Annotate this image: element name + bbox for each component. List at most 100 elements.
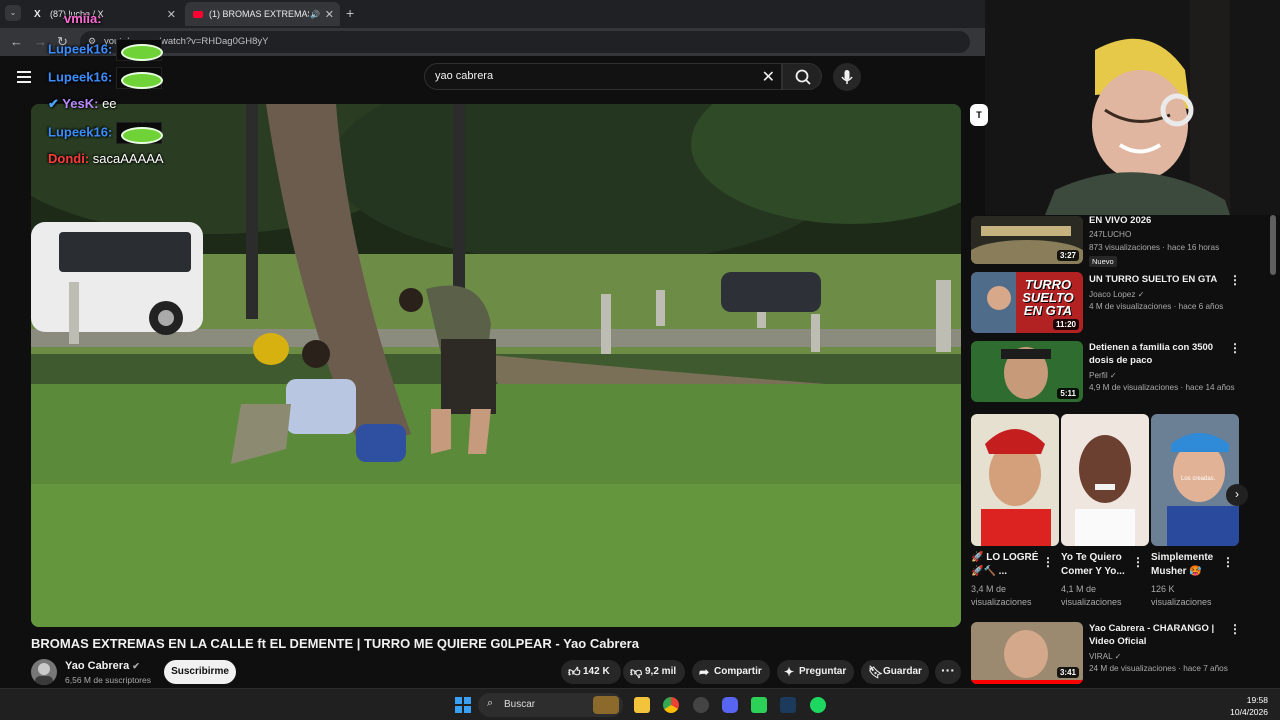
search-icon: ⌕ [487,697,494,709]
video-duration: 3:41 [1056,667,1079,678]
close-tab-icon[interactable]: ✕ [167,8,176,21]
audio-icon[interactable]: 🔊 [310,10,320,19]
steam-icon[interactable] [780,697,796,713]
video-channel[interactable]: 247LUCHO [1089,230,1131,239]
short-title[interactable]: Yo Te Quiero Comer Y Yo... [1061,551,1141,579]
chat-text: ee [102,96,117,111]
clear-search-icon[interactable]: ✕ [762,67,775,87]
short-thumbnail[interactable]: Los creadas. [1151,414,1239,546]
omnibox[interactable]: ⚙ youtube.com/watch?v=RHDag0GH8yY [80,31,970,53]
chat-emote [115,122,163,144]
file-explorer-icon[interactable] [634,697,650,713]
chat-message: Lupeek16: [48,39,163,61]
short-thumbnail[interactable] [971,414,1059,546]
channel-avatar[interactable] [31,659,57,685]
webcam-overlay [985,0,1280,215]
chat-message: Dondi: sacaAAAAA [48,151,164,166]
video-channel[interactable]: Perfil ✓ [1089,370,1117,380]
menu-icon[interactable] [17,71,31,86]
more-options-icon[interactable]: ⋮ [1042,555,1054,569]
share-icon: ➦ [699,665,710,679]
short-meta: 126 K visualizaciones [1151,584,1212,607]
video-duration: 5:11 [1057,388,1079,399]
spotify-icon[interactable] [810,697,826,713]
youtube-favicon-icon [193,10,203,18]
taskbar-search[interactable]: ⌕ Buscar [478,693,623,717]
video-title: BROMAS EXTREMAS EN LA CALLE ft EL DEMENT… [31,636,639,651]
video-thumbnail[interactable]: 3:27 [971,216,1083,264]
settings-gear-icon[interactable] [693,697,709,713]
video-duration: 3:27 [1056,250,1079,261]
system-clock[interactable]: 19:58 10/4/2026 [1230,694,1268,718]
chat-username: Dondi: [48,151,90,166]
video-channel[interactable]: VIRAL ✓ [1089,651,1122,661]
chat-message: ✔ YesK: ee [48,96,117,112]
windows-start-icon[interactable] [455,697,471,713]
back-arrow-icon[interactable]: ← [10,34,23,49]
more-options-icon[interactable]: ⋮ [1132,555,1144,569]
tab-youtube-active[interactable]: (1) BROMAS EXTREMAS EN 🔊 ✕ [185,2,340,26]
chat-username: Lupeek16: [48,69,113,85]
search-input[interactable]: yao cabrera ✕ [424,63,782,90]
clock-date: 10/4/2026 [1230,707,1268,717]
chat-message: vmiia: [64,11,102,26]
chat-username: Lupeek16: [48,124,113,140]
subscribe-button[interactable]: Suscribirme [164,660,236,684]
dislike-count: 9,2 mil [645,666,677,677]
video-channel[interactable]: Joaco Lopez ✓ [1089,289,1145,299]
video-meta: 24 M de visualizaciones · hace 7 años [1089,664,1228,673]
like-count: 142 K [583,666,610,677]
video-title[interactable]: EN VIVO 2026 [1089,214,1229,227]
new-tab-button[interactable]: + [346,5,354,21]
video-player[interactable] [31,104,961,627]
short-title[interactable]: Simplemente Musher 🥵 [1151,551,1231,579]
video-title[interactable]: UN TURRO SUELTO EN GTA [1089,273,1229,286]
more-options-icon[interactable]: ⋮ [1229,341,1241,355]
voice-search-button[interactable] [833,63,861,91]
like-button[interactable]: 👍︎ 142 K [561,660,621,684]
ask-button[interactable]: ✦ Preguntar [777,660,854,684]
chat-emote [115,67,163,89]
close-tab-icon[interactable]: ✕ [325,8,334,21]
more-options-icon[interactable]: ⋮ [1229,273,1241,287]
chat-emote [115,39,163,61]
video-title[interactable]: Yao Cabrera - CHARANGO | Video Oficial [1089,622,1229,648]
channel-name-text: Yao Cabrera [65,660,130,672]
chrome-icon[interactable] [663,697,679,713]
video-thumbnail[interactable]: 5:11 [971,341,1083,402]
chat-message: Lupeek16: [48,67,163,89]
chat-username: YesK: [62,96,99,111]
video-title[interactable]: Detienen a familia con 3500 dosis de pac… [1089,341,1229,367]
channel-name[interactable]: Yao Cabrera ✔ [65,660,140,672]
video-duration: 11:20 [1052,319,1079,330]
search-query: yao cabrera [435,70,494,82]
thumbs-down-icon: 👎︎ [630,665,643,679]
video-thumbnail[interactable]: TURRO SUELTO EN GTA 11:20 [971,272,1083,333]
search-button[interactable] [782,63,822,90]
more-options-icon[interactable]: ⋮ [1229,622,1241,636]
chevron-right-icon[interactable]: › [1226,484,1248,506]
video-thumbnail[interactable]: 3:41 [971,622,1083,684]
x-logo-icon: X [34,9,41,20]
dislike-button[interactable]: 👎︎ 9,2 mil [623,660,685,684]
search-highlight-icon [593,696,619,714]
thumbnail-text: Los creadas. [1181,476,1216,482]
subscriber-count: 6,56 M de suscriptores [65,675,151,685]
save-button[interactable]: 🔖︎ Guardar [861,660,929,684]
streaming-app-icon[interactable] [751,697,767,713]
sparkle-icon: ✦ [784,665,795,679]
share-button[interactable]: ➦ Compartir [692,660,770,684]
tab-x[interactable]: X (87) lucho / X ✕ [26,2,182,26]
streamer-webcam [985,0,1280,215]
more-options-icon[interactable]: ⋮ [1222,555,1234,569]
sidebar-chip[interactable]: T [970,104,988,126]
short-title[interactable]: 🚀 LO LOGRÉ 🚀🔨 ... [971,551,1051,579]
more-actions-button[interactable]: ··· [935,660,961,684]
sidebar-scrollbar[interactable] [1270,215,1276,275]
discord-icon[interactable] [722,697,738,713]
short-thumbnail[interactable] [1061,414,1149,546]
tab-search-icon[interactable]: ⌄ [5,5,21,21]
chat-username: Lupeek16: [48,41,113,57]
forward-arrow-icon[interactable]: → [34,34,47,49]
browser-tab-strip: ⌄ X (87) lucho / X ✕ (1) BROMAS EXTREMAS… [0,0,985,28]
